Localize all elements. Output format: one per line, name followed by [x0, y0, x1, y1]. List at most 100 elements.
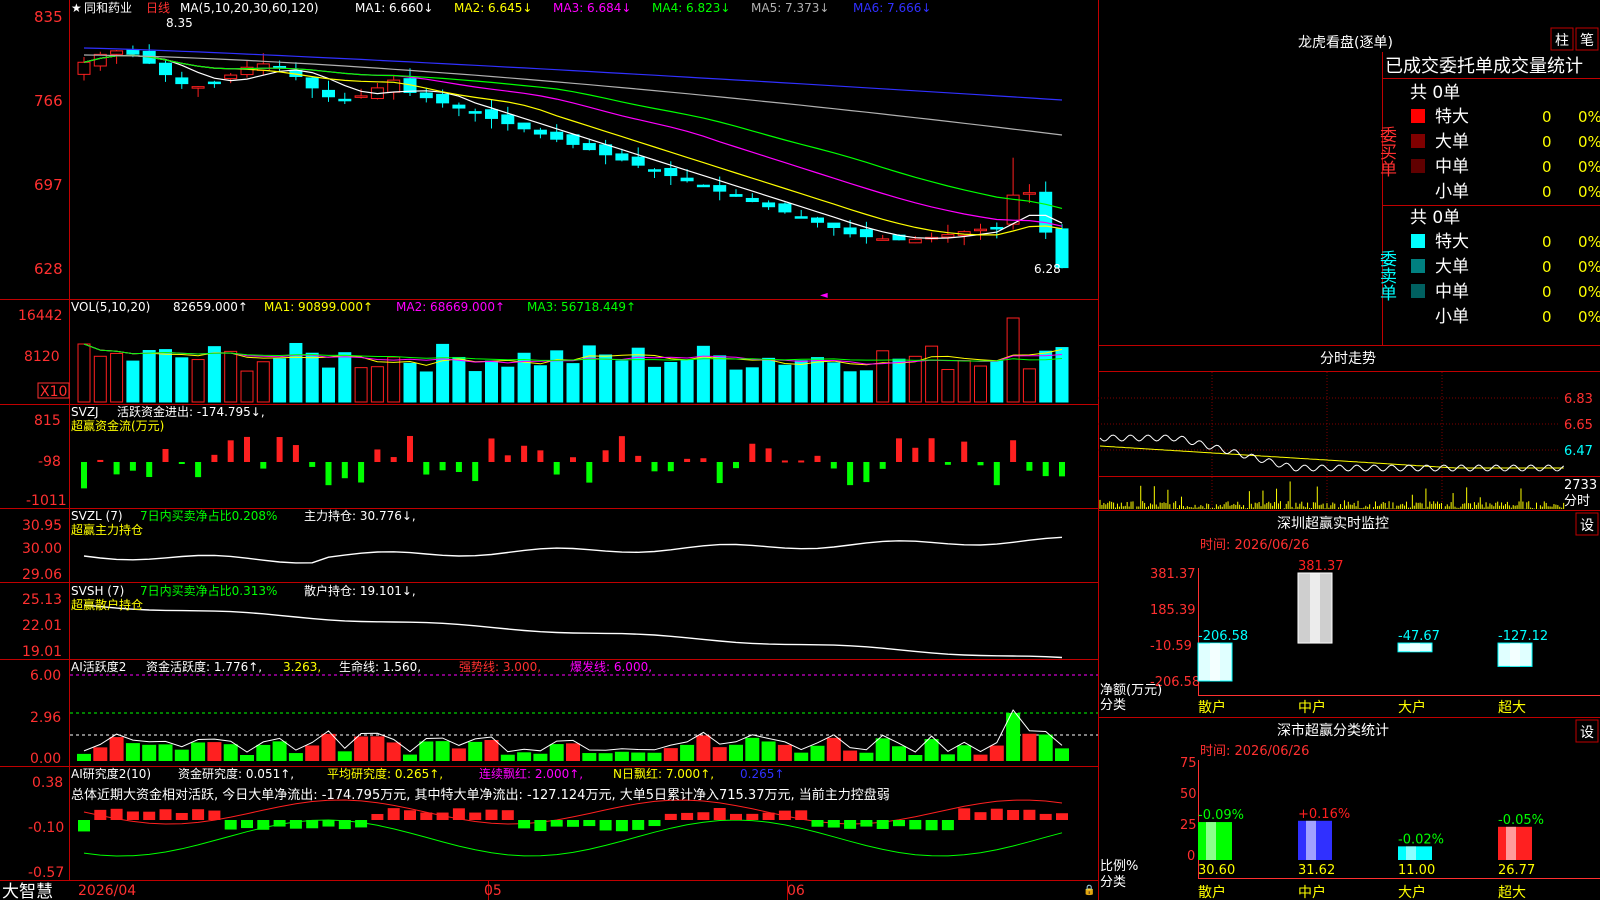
activity-bar: [109, 737, 124, 761]
category-stats-panel[interactable]: 深市超赢分类统计 设 时间: 2026/06/26 75 50 25 0 比例%…: [1100, 719, 1600, 900]
activity-bar: [256, 744, 271, 761]
activity-bar: [712, 747, 727, 761]
volume-bar: [533, 365, 547, 403]
activity-bar: [892, 746, 906, 761]
intraday-panel[interactable]: 分时走势 6.83 6.65 6.47 2733 分时: [1098, 351, 1600, 510]
flow-bar: [749, 443, 756, 462]
order-percent: 0%: [1578, 283, 1600, 301]
research-bar: [664, 813, 677, 820]
volume-bar: [566, 363, 580, 403]
flow-bar: [260, 462, 267, 469]
research-bar: [387, 808, 400, 820]
flow-bar: [879, 462, 886, 469]
research-bar: [713, 808, 726, 820]
buy-side-text: 委买单: [1376, 126, 1397, 177]
bar-highlight: [1410, 643, 1420, 652]
activity-bar: [533, 753, 548, 761]
svzl-header: SVZL (7) 7日内买卖净占比0.208% 主力持仓: 30.776↓, 超…: [71, 508, 416, 537]
intraday-y-axis: 6.83 6.65 6.47: [1564, 392, 1593, 459]
y-tick: -1011: [26, 493, 67, 509]
activity-bar: [875, 738, 890, 761]
period-label[interactable]: 日线: [146, 1, 170, 15]
realtime-monitor-panel[interactable]: 深圳超赢实时监控 设 时间: 2026/06/26 381.37 185.39 …: [1100, 512, 1600, 716]
activity-bar: [1022, 733, 1037, 761]
candle-body: [729, 194, 743, 197]
research-bar: [909, 820, 922, 830]
svzl-panel[interactable]: [83, 536, 1063, 564]
y-tick: 50: [1180, 787, 1197, 802]
volume-bar: [582, 345, 596, 403]
ratio-value-label: 11.00: [1398, 863, 1435, 878]
candle-body: [322, 89, 335, 98]
month-label: 05: [484, 883, 502, 899]
candle-body: [859, 229, 873, 238]
y-tick: 25: [1180, 818, 1197, 833]
order-size-label: 中单: [1435, 157, 1469, 177]
activity-bar: [337, 751, 352, 761]
ai-research-y-axis: 0.38 -0.10 -0.57: [28, 775, 64, 881]
vol-ma2: MA2: 68669.000↑: [396, 300, 505, 314]
volume-bar: [648, 366, 661, 403]
ai-research-panel[interactable]: [78, 799, 1068, 857]
research-bar: [159, 809, 172, 820]
ai2-summary: 总体近期大资金相对活跃, 今日大单净流出: -174.795万元, 其中特大单净…: [71, 787, 890, 803]
ai-activity-panel[interactable]: [70, 674, 1098, 761]
lock-icon[interactable]: 🔒: [1083, 884, 1095, 896]
candle-body: [696, 184, 710, 188]
research-bar: [1007, 810, 1020, 820]
flow-bar: [439, 462, 446, 471]
activity-bar: [517, 752, 532, 761]
y-tick: 30.95: [22, 518, 62, 534]
research-bar: [583, 820, 596, 827]
svsh-y-axis: 25.13 22.01 19.01: [22, 592, 62, 660]
volume-bar: [631, 347, 645, 403]
volume-bar: [1006, 317, 1020, 403]
candle-body: [77, 61, 91, 75]
candle-body: [745, 197, 759, 203]
bar-highlight: [1306, 820, 1316, 860]
svzj-panel[interactable]: [81, 435, 1065, 489]
flow-bar: [896, 438, 902, 462]
activity-bar: [93, 747, 108, 761]
volume-bar: [941, 369, 955, 403]
activity-bar: [1055, 748, 1069, 761]
flow-bar: [993, 462, 1000, 486]
activity-bar: [500, 754, 515, 761]
activity-bar: [859, 752, 874, 761]
volume-y-axis: 16442 8120 X10: [18, 308, 70, 400]
ai2-average: 平均研究度: 0.265↑,: [327, 766, 443, 781]
y-tick: 815: [34, 413, 61, 429]
sell-side-text: 委卖单: [1376, 250, 1397, 301]
flow-bar: [162, 448, 169, 462]
candle-body: [990, 226, 1004, 230]
vol-unit: X10: [40, 384, 67, 400]
star-icon[interactable]: ★: [71, 1, 82, 15]
activity-bar: [142, 744, 157, 761]
activity-bar: [77, 753, 91, 761]
monitor-time: 时间: 2026/06/26: [1200, 538, 1309, 553]
volume-bar: [957, 360, 971, 403]
research-bar: [827, 820, 840, 828]
ratio-value-label: 31.62: [1298, 863, 1335, 878]
volume-panel[interactable]: [77, 317, 1069, 403]
category-settings-label: 设: [1580, 725, 1594, 741]
research-bar: [925, 820, 938, 831]
ai2-consecutive: 连续飘红: 2.000↑,: [479, 766, 583, 781]
bar-value-label: -206.58: [1198, 629, 1248, 644]
research-bar: [110, 808, 123, 820]
activity-bar: [680, 744, 695, 761]
monitor-bars: -206.58 散户 381.37 中户 -47.67 大户 -127.12 超大: [1197, 559, 1548, 716]
ai2-research: 资金研究度: 0.051↑,: [178, 766, 294, 781]
flow-bar: [374, 449, 381, 462]
candle-body: [419, 92, 433, 99]
activity-bar: [566, 743, 580, 761]
category-label: 中户: [1298, 884, 1326, 900]
svsh-panel[interactable]: [83, 604, 1063, 659]
y-tick: 0: [1187, 849, 1195, 864]
kline-panel[interactable]: 8.35 6.28 ◄: [77, 16, 1069, 301]
svsh-title: SVSH (7): [71, 584, 124, 598]
flow-bar: [358, 462, 365, 483]
volume-bar: [485, 360, 498, 403]
order-count: 0: [1542, 233, 1552, 251]
activity-bar: [810, 745, 825, 761]
